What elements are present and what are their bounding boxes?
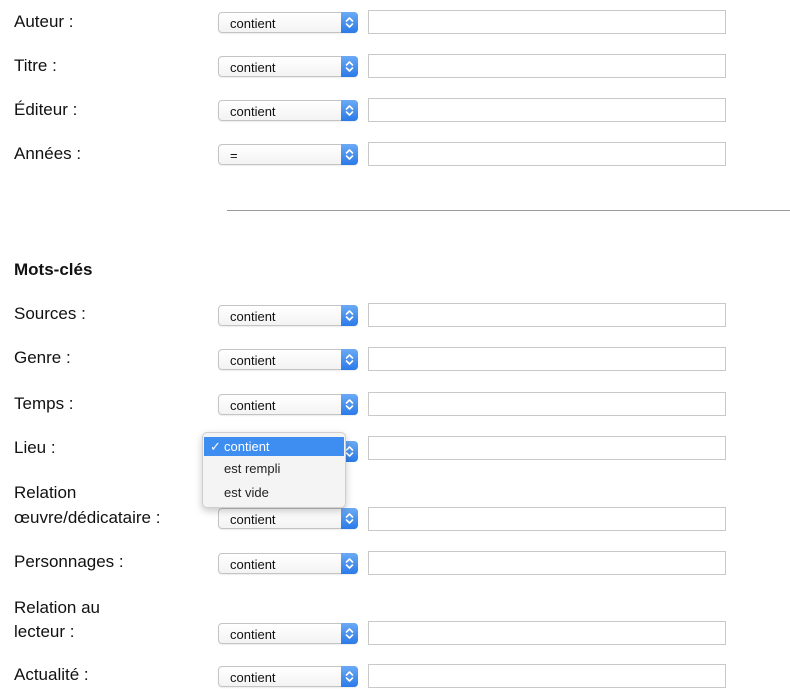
operator-select[interactable]: contient	[218, 508, 358, 529]
operator-select[interactable]: contient	[218, 100, 358, 121]
lieu-input[interactable]	[368, 436, 726, 460]
chevron-up-down-icon[interactable]	[341, 56, 358, 77]
chevron-up-down-icon[interactable]	[341, 12, 358, 33]
sources-input[interactable]	[368, 303, 726, 327]
operator-select[interactable]: contient	[218, 394, 358, 415]
operator-value: contient	[230, 398, 276, 413]
option-label: est vide	[224, 485, 269, 500]
operator-select[interactable]: contient	[218, 553, 358, 574]
operator-value: contient	[230, 627, 276, 642]
operator-select[interactable]: contient	[218, 305, 358, 326]
personnages-input[interactable]	[368, 551, 726, 575]
option-label: est rempli	[224, 461, 281, 476]
field-label: Sources :	[14, 304, 86, 323]
operator-select[interactable]: contient	[218, 666, 358, 687]
chevron-up-down-icon[interactable]	[341, 305, 358, 326]
field-label: Personnages :	[14, 552, 124, 571]
field-label-line2: lecteur :	[14, 622, 75, 641]
operator-value: contient	[230, 670, 276, 685]
section-divider	[227, 210, 790, 211]
field-label: Lieu :	[14, 438, 56, 457]
chevron-up-down-icon[interactable]	[341, 100, 358, 121]
operator-select[interactable]: contient	[218, 349, 358, 370]
operator-value: contient	[230, 512, 276, 527]
annees-input[interactable]	[368, 142, 726, 166]
chevron-up-down-icon[interactable]	[341, 508, 358, 529]
chevron-up-down-icon[interactable]	[341, 666, 358, 687]
relation-oeuvre-input[interactable]	[368, 507, 726, 531]
chevron-up-down-icon[interactable]	[341, 553, 358, 574]
field-label-line1: Relation	[14, 483, 77, 502]
section-heading-mots-cles: Mots-clés	[14, 260, 93, 279]
chevron-up-down-icon[interactable]	[341, 144, 358, 165]
relation-lecteur-input[interactable]	[368, 621, 726, 645]
operator-value: =	[230, 148, 238, 163]
genre-input[interactable]	[368, 347, 726, 371]
titre-input[interactable]	[368, 54, 726, 78]
dropdown-option-est-vide[interactable]: est vide	[204, 483, 344, 502]
operator-value: contient	[230, 309, 276, 324]
field-label: Années :	[14, 144, 82, 163]
actualite-input[interactable]	[368, 664, 726, 688]
operator-select[interactable]: =	[218, 144, 358, 165]
chevron-up-down-icon[interactable]	[341, 349, 358, 370]
field-label: Éditeur :	[14, 100, 78, 119]
operator-select[interactable]: contient	[218, 623, 358, 644]
field-label: Temps :	[14, 394, 74, 413]
field-label-line1: Relation au	[14, 598, 101, 617]
editeur-input[interactable]	[368, 98, 726, 122]
operator-select[interactable]: contient	[218, 56, 358, 77]
dropdown-option-est-rempli[interactable]: est rempli	[204, 459, 344, 478]
field-label: Actualité :	[14, 665, 89, 684]
field-label: Genre :	[14, 348, 71, 367]
temps-input[interactable]	[368, 392, 726, 416]
chevron-up-down-icon[interactable]	[341, 394, 358, 415]
operator-value: contient	[230, 557, 276, 572]
operator-value: contient	[230, 60, 276, 75]
field-label: Titre :	[14, 56, 57, 75]
dropdown-option-contient[interactable]: ✓ contient	[204, 437, 344, 456]
checkmark-icon: ✓	[210, 439, 221, 454]
auteur-input[interactable]	[368, 10, 726, 34]
field-label: Auteur :	[14, 12, 74, 31]
operator-dropdown-menu: ✓ contient est rempli est vide	[202, 432, 346, 508]
field-label-line2: œuvre/dédicataire :	[14, 508, 161, 527]
option-label: contient	[224, 439, 270, 454]
operator-value: contient	[230, 104, 276, 119]
operator-value: contient	[230, 353, 276, 368]
chevron-up-down-icon[interactable]	[341, 623, 358, 644]
operator-select[interactable]: contient	[218, 12, 358, 33]
operator-value: contient	[230, 16, 276, 31]
